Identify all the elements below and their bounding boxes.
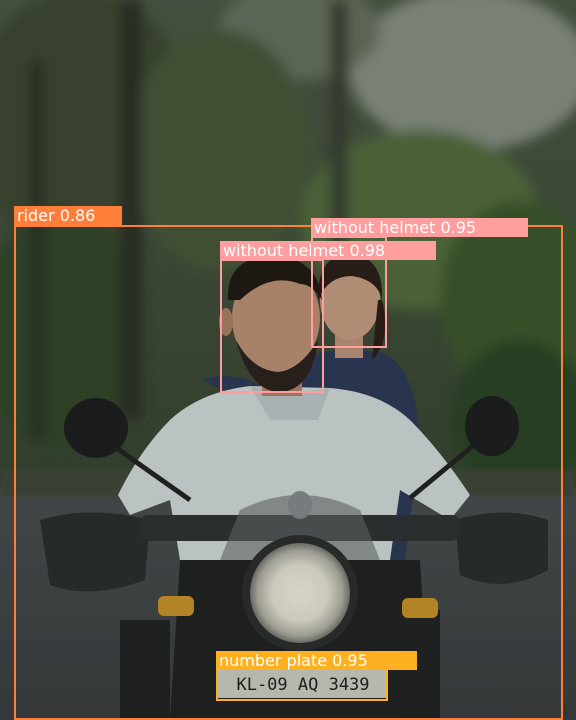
helmet-label-passenger: without helmet 0.95 — [311, 218, 528, 237]
helmet-box-rider — [220, 259, 324, 393]
plate-box — [216, 668, 388, 701]
helmet-box-passenger — [311, 236, 387, 348]
plate-label: number plate 0.95 — [216, 651, 417, 670]
rider-label: rider 0.86 — [14, 206, 122, 225]
